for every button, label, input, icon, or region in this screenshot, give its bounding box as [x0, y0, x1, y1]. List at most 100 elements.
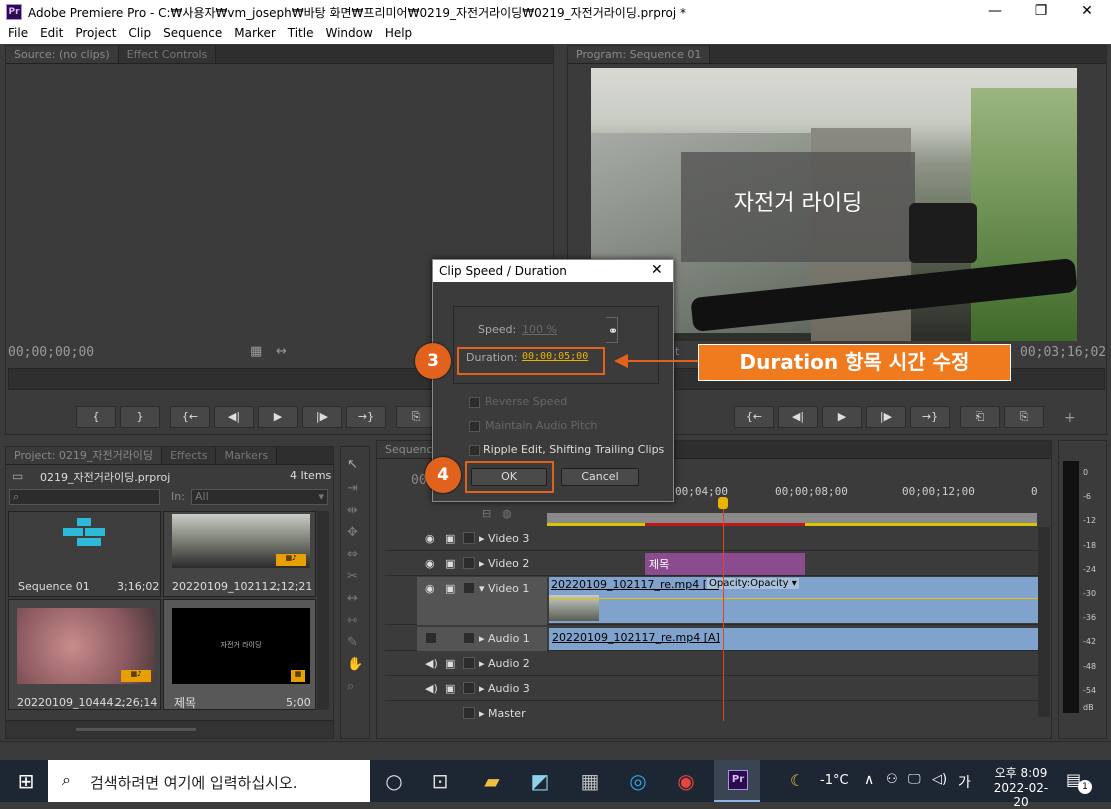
menu-file[interactable]: File [2, 24, 34, 42]
chevron-up-icon[interactable]: ∧ [864, 772, 874, 788]
add-button-icon[interactable]: + [1064, 410, 1076, 426]
track-lock-toggle[interactable] [463, 682, 475, 694]
task-view-icon[interactable]: ○ [376, 764, 412, 798]
slip-tool-icon[interactable]: ↔ [347, 591, 358, 606]
program-play-button[interactable]: ▶ [822, 406, 862, 428]
premiere-taskbar-item[interactable]: Pr [714, 760, 760, 802]
playhead-line[interactable] [723, 499, 724, 721]
ripple-edit-tool-icon[interactable]: ⇹ [347, 503, 358, 518]
tab-effects[interactable]: Effects [162, 447, 217, 464]
chain-link-icon[interactable]: ⚭ [608, 324, 618, 338]
razor-tool-icon[interactable]: ✂ [347, 569, 358, 584]
minimize-button[interactable]: — [972, 0, 1018, 24]
extract-button[interactable]: ⎘ [1004, 406, 1044, 428]
ripple-edit-checkbox[interactable] [469, 445, 480, 456]
mark-out-button[interactable]: } [120, 406, 160, 428]
hand-tool-icon[interactable]: ✋ [347, 657, 363, 672]
project-item-title[interactable]: 자전거 라이딩 ▦ 제목 5;00 [163, 599, 316, 710]
timeline-view-icon[interactable]: ⊡ [422, 764, 458, 798]
lock-icon[interactable]: ▣ [445, 682, 455, 695]
menu-project[interactable]: Project [69, 24, 122, 42]
marker-icon[interactable]: ◍ [502, 507, 512, 520]
windows-start-icon[interactable]: ⊞ [8, 764, 44, 798]
lock-icon[interactable]: ▣ [445, 532, 455, 545]
in-dropdown[interactable]: All ▾ [191, 489, 328, 505]
lock-icon[interactable]: ▣ [445, 582, 455, 595]
speed-value-field[interactable]: 100 % [522, 323, 557, 336]
step-forward-button[interactable]: |▶ [302, 406, 342, 428]
lock-icon[interactable]: ▣ [445, 557, 455, 570]
speaker-icon[interactable]: ◀) [425, 682, 438, 695]
source-timecode[interactable]: 00;00;00;00 [8, 345, 94, 360]
selection-tool-icon[interactable]: ↖ [347, 457, 358, 472]
project-item-clip-2[interactable]: ▦♪ 20220109_10444... 2;26;14 [8, 599, 161, 710]
chrome-browser-icon[interactable]: ◉ [668, 764, 704, 798]
clock[interactable]: 오후 8:09 2022-02-20 [990, 764, 1052, 809]
tab-effect-controls[interactable]: Effect Controls [118, 46, 217, 63]
opacity-dropdown[interactable]: Opacity:Opacity ▾ [707, 578, 799, 589]
file-explorer-icon[interactable]: ▰ [474, 764, 510, 798]
track-lock-toggle[interactable] [463, 532, 475, 544]
rolling-edit-tool-icon[interactable]: ✥ [347, 525, 358, 540]
trim-icon[interactable]: ↔ [276, 344, 287, 359]
maintain-pitch-checkbox[interactable] [469, 421, 480, 432]
notes-app-icon[interactable]: ◩ [522, 764, 558, 798]
play-button[interactable]: ▶ [258, 406, 298, 428]
dialog-close-icon[interactable]: ✕ [651, 262, 663, 278]
track-lock-toggle[interactable] [463, 707, 475, 719]
track-select-tool-icon[interactable]: ⇥ [347, 481, 358, 496]
program-go-to-in-button[interactable]: {← [734, 406, 774, 428]
film-icon[interactable]: ▦ [250, 344, 262, 359]
work-area-bar[interactable] [547, 513, 1037, 523]
project-scrollbar[interactable] [317, 511, 329, 710]
program-step-back-button[interactable]: ◀| [778, 406, 818, 428]
tab-source[interactable]: Source: (no clips) [6, 46, 119, 63]
track-lock-toggle[interactable] [463, 557, 475, 569]
mark-in-button[interactable]: { [76, 406, 116, 428]
rate-stretch-tool-icon[interactable]: ⇔ [347, 547, 358, 562]
menu-sequence[interactable]: Sequence [157, 24, 228, 42]
program-go-to-out-button[interactable]: →} [910, 406, 950, 428]
snap-icon[interactable]: ⊟ [482, 507, 491, 520]
eye-icon[interactable]: ◉ [425, 532, 435, 545]
go-to-in-button[interactable]: {← [170, 406, 210, 428]
zoom-tool-icon[interactable]: ⌕ [347, 679, 354, 694]
people-icon[interactable]: ⚇ [886, 772, 898, 787]
audio-toggle[interactable] [425, 632, 437, 644]
playhead-handle[interactable] [718, 497, 728, 509]
tab-markers[interactable]: Markers [216, 447, 278, 464]
track-lock-toggle[interactable] [463, 657, 475, 669]
taskbar-search-box[interactable]: ⌕ 검색하려면 여기에 입력하십시오. [48, 760, 370, 802]
program-duration-timecode[interactable]: 00;03;16;02 [1020, 345, 1106, 360]
ime-indicator[interactable]: 가 [958, 772, 971, 792]
track-lock-toggle[interactable] [463, 582, 475, 594]
pen-tool-icon[interactable]: ✎ [347, 635, 358, 650]
menu-marker[interactable]: Marker [228, 24, 281, 42]
eye-icon[interactable]: ◉ [425, 557, 435, 570]
menu-window[interactable]: Window [319, 24, 378, 42]
insert-button[interactable]: ⎘ [396, 406, 436, 428]
calculator-icon[interactable]: ▦ [572, 764, 608, 798]
zoom-slider[interactable] [76, 728, 196, 731]
cancel-button[interactable]: Cancel [561, 468, 639, 486]
eye-icon[interactable]: ◉ [425, 582, 435, 595]
step-back-button[interactable]: ◀| [214, 406, 254, 428]
project-item-sequence[interactable]: Sequence 01 3;16;02 [8, 511, 161, 597]
tab-program[interactable]: Program: Sequence 01 [568, 46, 711, 63]
menu-clip[interactable]: Clip [122, 24, 157, 42]
network-icon[interactable]: 🖵 [908, 772, 921, 787]
timeline-scrollbar[interactable] [1038, 527, 1050, 717]
close-button[interactable]: ✕ [1064, 0, 1110, 24]
opacity-line[interactable] [549, 598, 1038, 599]
volume-icon[interactable]: ◁) [932, 772, 947, 787]
weather-temperature[interactable]: -1°C [820, 773, 849, 788]
lock-icon[interactable]: ▣ [445, 657, 455, 670]
maximize-button[interactable]: ❐ [1018, 0, 1064, 24]
menu-title[interactable]: Title [282, 24, 320, 42]
video-1-clip[interactable]: 20220109_102117_re.mp4 [V] Opacity:Opaci… [549, 577, 1038, 623]
menu-help[interactable]: Help [379, 24, 418, 42]
tab-project[interactable]: Project: 0219_자전거라이딩 [6, 447, 163, 464]
track-lock-toggle[interactable] [463, 632, 475, 644]
slide-tool-icon[interactable]: ⇿ [347, 613, 358, 628]
audio-1-clip[interactable]: 20220109_102117_re.mp4 [A] [549, 628, 1038, 650]
